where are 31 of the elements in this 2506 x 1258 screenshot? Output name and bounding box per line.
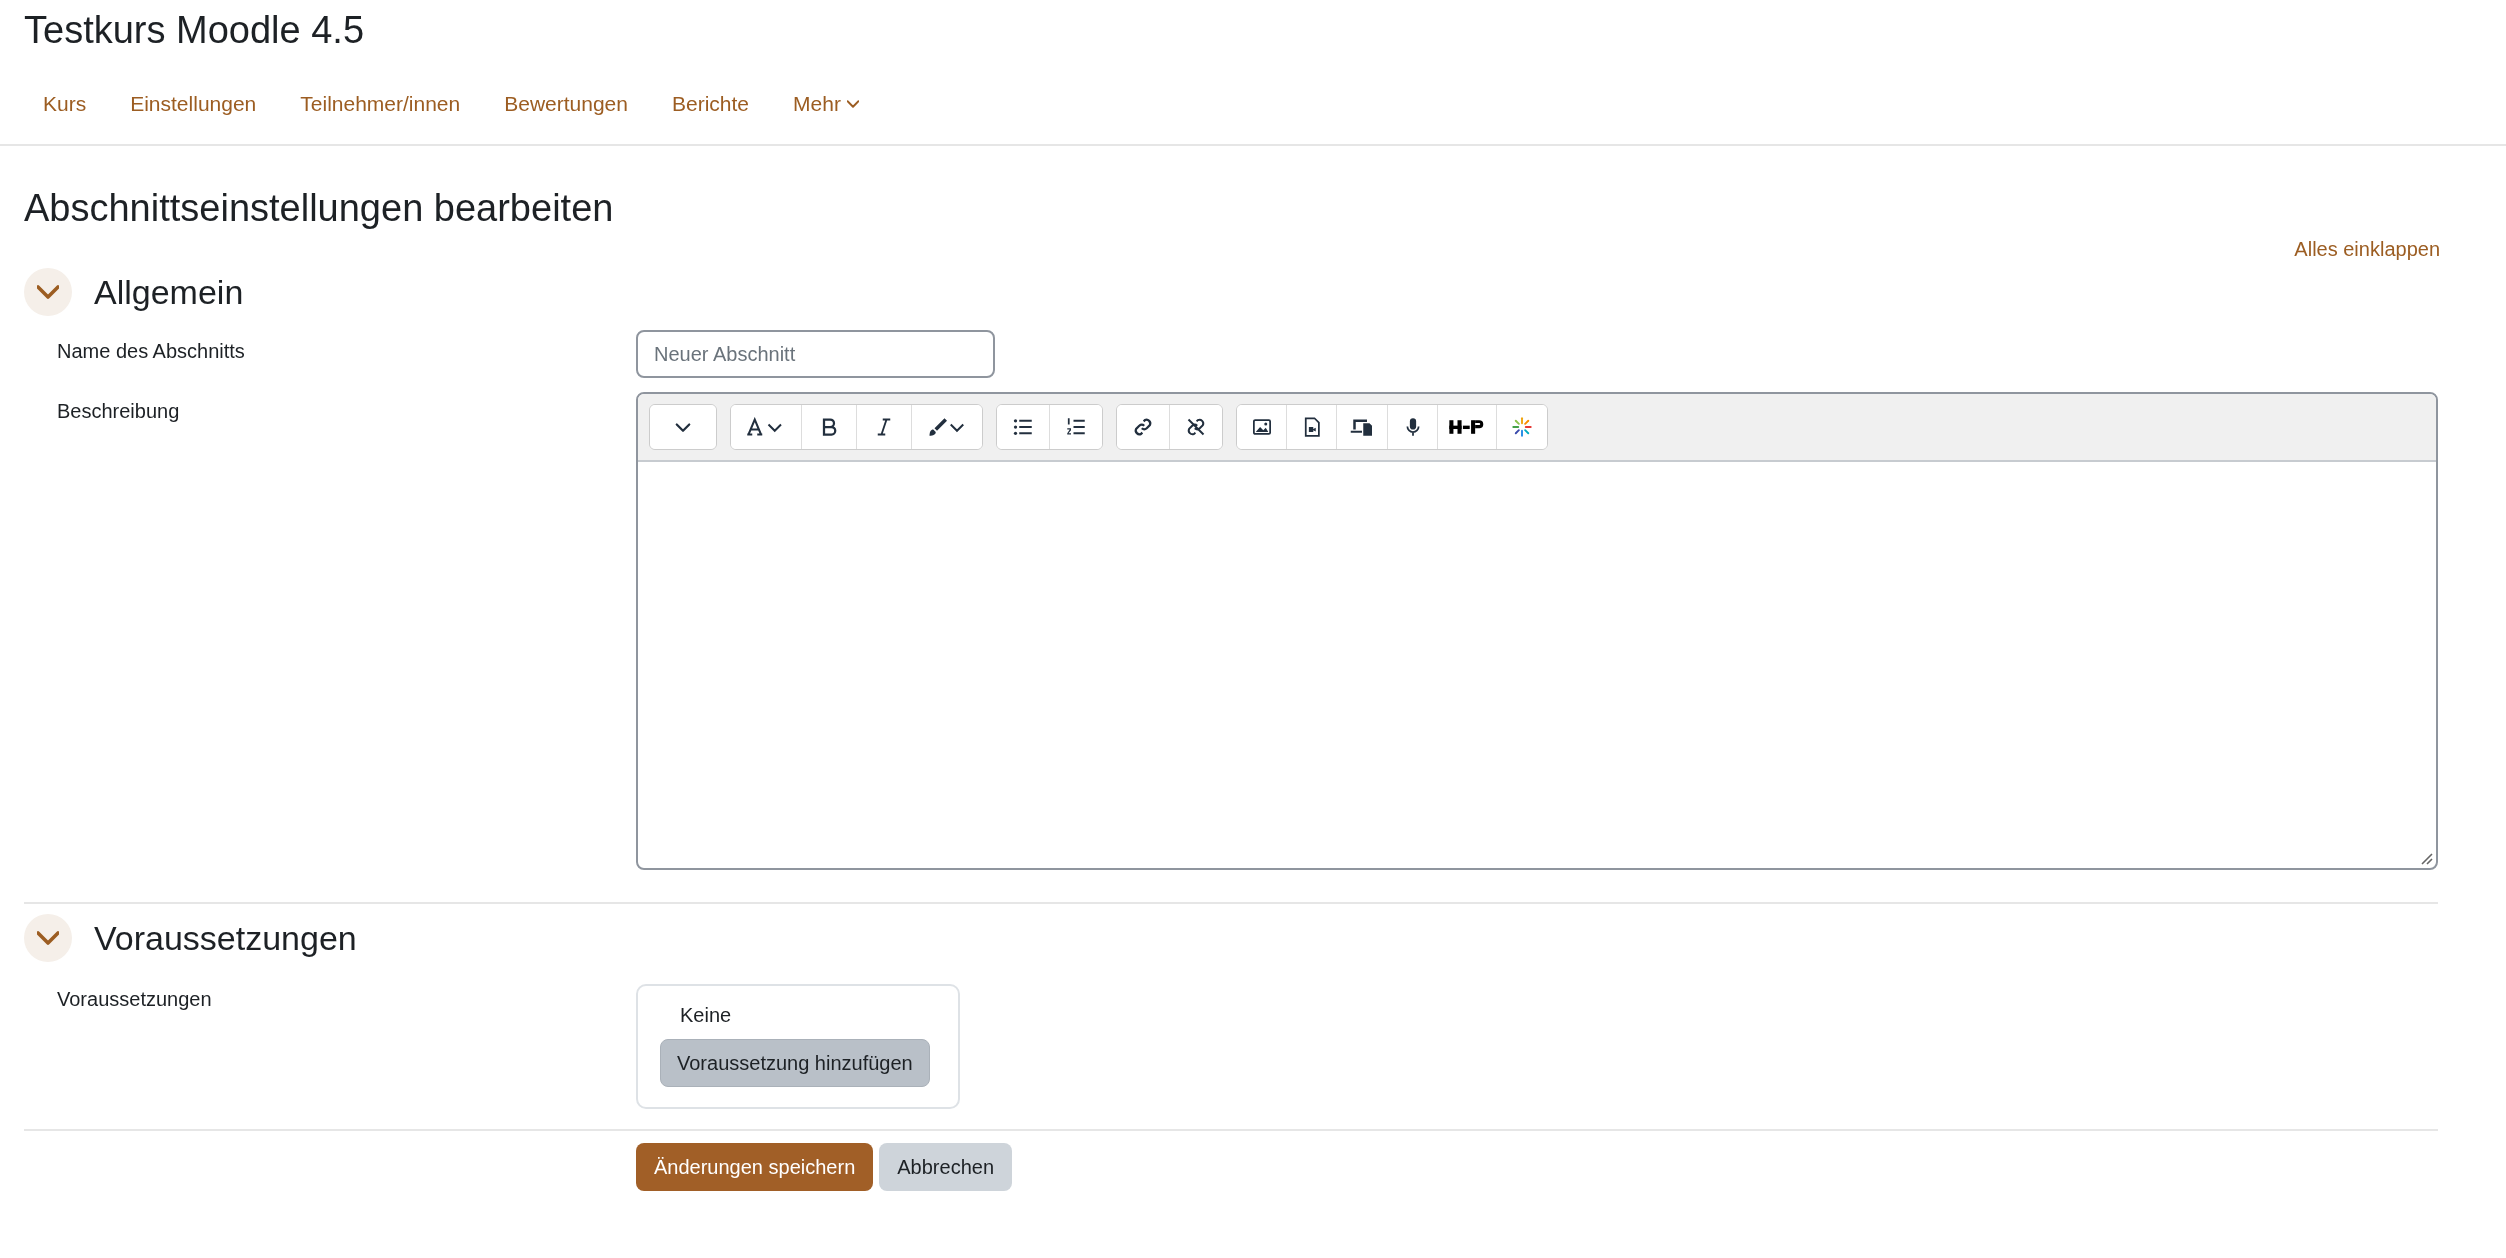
restrictions-summary: Keine	[679, 1004, 732, 1027]
sparkle-icon	[1509, 417, 1535, 437]
save-button[interactable]: Änderungen speichern	[636, 1143, 874, 1191]
chevron-down-icon	[37, 931, 59, 945]
nav-link[interactable]: Teilnehmer/innen	[278, 91, 483, 117]
section-name-field[interactable]: Neuer Abschnitt	[636, 330, 995, 378]
font-format-button[interactable]	[731, 405, 802, 449]
link-button[interactable]	[1117, 405, 1170, 449]
field-label: Name des Abschnitts	[57, 340, 245, 363]
chevron-down-icon	[37, 285, 59, 299]
section-heading: Allgemein	[94, 272, 244, 312]
more-menu-link[interactable]: Mehr	[771, 91, 881, 117]
nav-link[interactable]: Berichte	[650, 91, 772, 117]
field-label: Beschreibung	[57, 400, 180, 423]
add-restriction-button[interactable]: Voraussetzung hinzufügen	[660, 1039, 930, 1087]
page-heading: Abschnittseinstellungen bearbeiten	[24, 186, 615, 231]
course-title: Testkurs Moodle 4.5	[23, 8, 366, 53]
collapse-toggle[interactable]	[24, 914, 72, 962]
image-button[interactable]	[1237, 405, 1287, 449]
h5p-icon	[1448, 417, 1486, 437]
field-label: Voraussetzungen	[57, 988, 212, 1011]
nav-link[interactable]: Bewertungen	[482, 91, 650, 117]
section-heading: Voraussetzungen	[94, 918, 357, 958]
collapse-toggle[interactable]	[24, 268, 72, 316]
caret-icon	[846, 100, 859, 108]
nav-link[interactable]: Einstellungen	[108, 91, 279, 117]
nav-link[interactable]: Kurs	[21, 91, 109, 117]
resize-handle-icon[interactable]	[2420, 852, 2434, 866]
bulleted-list-button[interactable]	[997, 405, 1050, 449]
collapse-all-link[interactable]: Alles einklappen	[2294, 236, 2440, 268]
cancel-button[interactable]: Abbrechen	[879, 1143, 1012, 1191]
